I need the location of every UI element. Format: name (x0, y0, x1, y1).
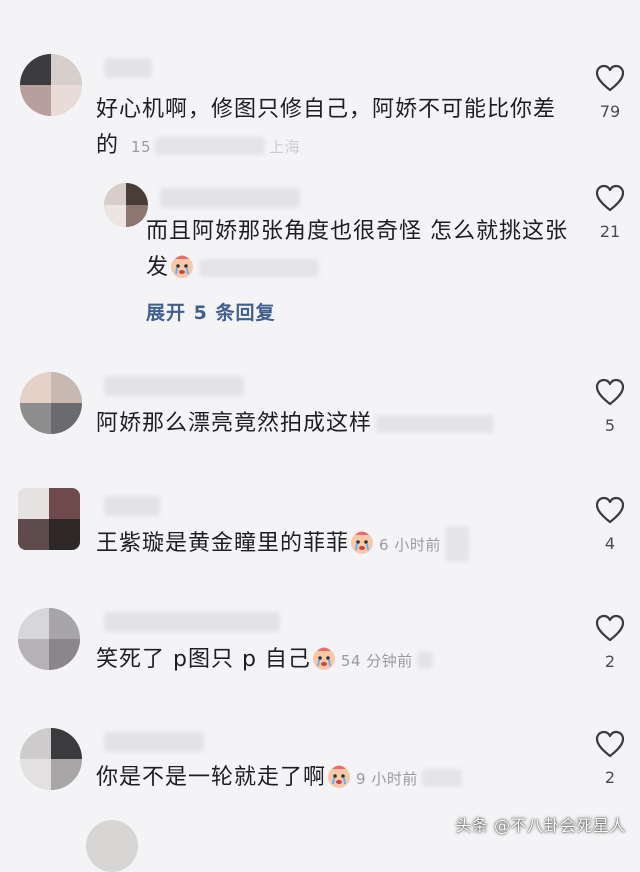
username-blurred[interactable] (104, 58, 152, 78)
avatar[interactable] (20, 54, 82, 116)
username-blurred[interactable] (104, 496, 160, 516)
reply-text-line: 发 (146, 255, 170, 280)
like-count: 21 (599, 222, 621, 241)
reply-text: 而且阿娇那张角度也很奇怪 怎么就挑这张 发 (146, 214, 586, 286)
avatar[interactable] (86, 820, 138, 872)
like-count: 4 (604, 534, 616, 553)
crying-emoji-icon (311, 645, 337, 671)
like-count: 5 (604, 416, 616, 435)
avatar[interactable] (20, 728, 82, 790)
like-count: 79 (599, 102, 621, 121)
username-blurred[interactable] (104, 612, 280, 632)
like-button[interactable]: 2 (590, 614, 630, 671)
comment-text-line: 的 (96, 133, 120, 158)
comment-text: 笑死了 p图只 p 自己 54 分钟前 (96, 642, 576, 679)
crying-emoji-icon (169, 253, 195, 279)
like-button[interactable]: 79 (590, 64, 630, 121)
like-button[interactable]: 2 (590, 730, 630, 787)
comment-time: 54 分钟前 (340, 652, 413, 670)
comment-meta: 15 (131, 138, 152, 156)
location-blurred (416, 651, 433, 669)
location-blurred (155, 137, 266, 155)
avatar[interactable] (18, 608, 80, 670)
heart-outline-icon (595, 378, 625, 406)
comment-text-line: 你是不是一轮就走了啊 (96, 765, 327, 790)
username-blurred[interactable] (160, 188, 300, 208)
avatar[interactable] (20, 372, 82, 434)
like-count: 2 (604, 652, 616, 671)
watermark: 头条 @不八卦会死星人 (455, 816, 626, 835)
avatar[interactable] (18, 488, 80, 550)
comment-text-line: 好心机啊，修图只修自己，阿娇不可能比你差 (96, 97, 557, 122)
comment-time: 9 小时前 (356, 770, 418, 788)
crying-emoji-icon (326, 763, 352, 789)
meta-blurred (199, 259, 320, 277)
username-blurred[interactable] (104, 376, 244, 396)
location-blurred (421, 769, 462, 787)
crying-emoji-icon (349, 529, 375, 555)
comment-location: 上海 (269, 138, 301, 156)
location-blurred (444, 526, 469, 562)
like-button[interactable]: 4 (590, 496, 630, 553)
expand-replies-link[interactable]: 展开 5 条回复 (146, 298, 275, 325)
avatar[interactable] (104, 183, 148, 227)
heart-outline-icon (595, 184, 625, 212)
comment-time: 6 小时前 (379, 536, 441, 554)
heart-outline-icon (595, 614, 625, 642)
comment-text: 王紫璇是黄金瞳里的菲菲 6 小时前 (96, 526, 576, 563)
username-blurred[interactable] (104, 732, 204, 752)
heart-outline-icon (595, 496, 625, 524)
like-count: 2 (604, 768, 616, 787)
comment-text: 你是不是一轮就走了啊 9 小时前 (96, 760, 576, 797)
meta-blurred (376, 415, 495, 433)
heart-outline-icon (595, 730, 625, 758)
comment-text-line: 阿娇那么漂亮竟然拍成这样 (96, 411, 373, 436)
comment-text: 阿娇那么漂亮竟然拍成这样 (96, 406, 576, 442)
like-button[interactable]: 21 (590, 184, 630, 241)
like-button[interactable]: 5 (590, 378, 630, 435)
comment-text-line: 笑死了 p图只 p 自己 (96, 647, 311, 672)
heart-outline-icon (595, 64, 625, 92)
comment-text-line: 王紫璇是黄金瞳里的菲菲 (96, 531, 350, 556)
reply-text-line: 而且阿娇那张角度也很奇怪 怎么就挑这张 (146, 219, 568, 244)
comment-text: 好心机啊，修图只修自己，阿娇不可能比你差 的 15 上海 (96, 92, 576, 165)
